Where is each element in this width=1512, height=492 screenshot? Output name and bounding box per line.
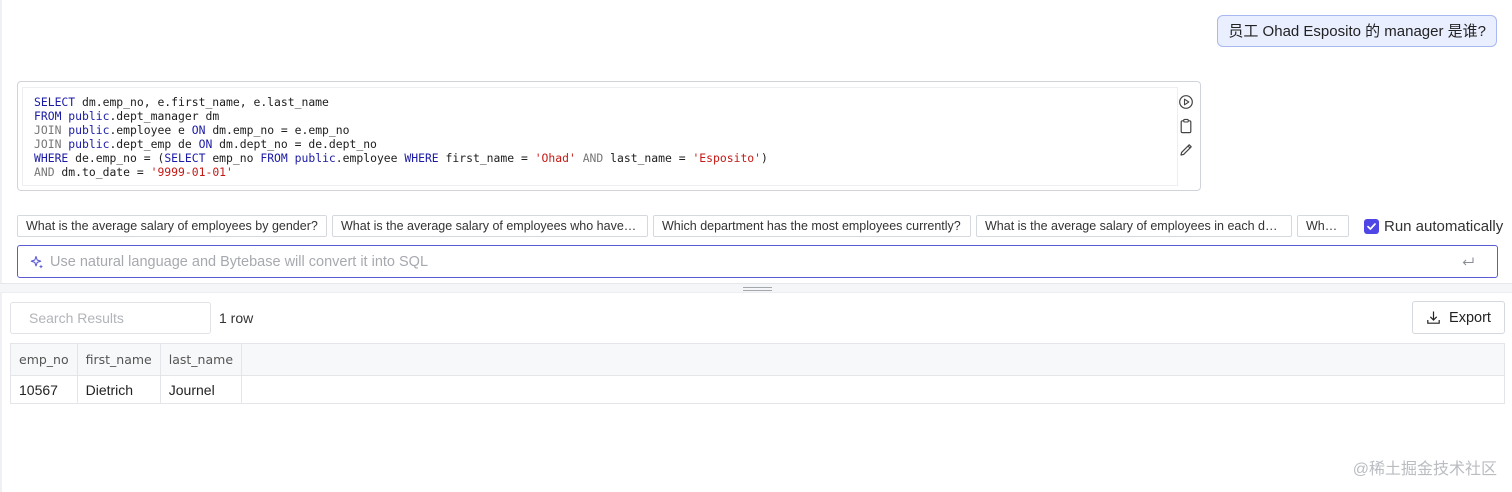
natural-language-input[interactable] xyxy=(50,247,1461,276)
table-header-row: emp_no first_name last_name xyxy=(11,344,1504,376)
column-header[interactable]: first_name xyxy=(77,344,161,376)
sql-line: AND dm.to_date = '9999-01-01' xyxy=(34,165,233,179)
suggestion-chip[interactable]: Which employee has the highest salary? xyxy=(1297,215,1349,237)
sql-token: ON xyxy=(198,136,213,151)
sql-token: '9999-01-01' xyxy=(150,164,233,179)
sql-token: FROM xyxy=(34,108,62,123)
run-automatically-toggle[interactable]: Run automatically xyxy=(1364,216,1503,236)
sql-token: SELECT xyxy=(34,95,76,109)
sql-code: SELECT dm.emp_no, e.first_name, e.last_n… xyxy=(34,95,768,179)
suggestion-chip[interactable]: What is the average salary of employees … xyxy=(17,215,327,237)
sql-token: SELECT xyxy=(164,150,206,165)
run-automatically-label: Run automatically xyxy=(1384,217,1504,235)
sql-token: ON xyxy=(191,122,206,137)
sql-token: dm.to_date = xyxy=(54,164,151,179)
export-label: Export xyxy=(1449,309,1491,326)
sql-token: .employee e xyxy=(109,122,192,137)
run-automatically-checkbox[interactable] xyxy=(1364,218,1379,234)
sql-token: 'Ohad' xyxy=(534,150,576,165)
sql-token: .dept_emp de xyxy=(109,136,199,151)
header-filler xyxy=(241,344,1504,376)
sql-token: JOIN xyxy=(34,136,62,151)
watermark: @稀土掘金技术社区 xyxy=(1352,461,1497,478)
suggestion-chip[interactable]: Which department has the most employees … xyxy=(653,215,971,237)
table-body: 10567 Dietrich Journel xyxy=(11,375,1504,404)
sparkle-icon xyxy=(30,255,43,269)
table-cell[interactable]: Journel xyxy=(160,375,243,404)
sql-token: public xyxy=(68,108,110,123)
sql-token: public xyxy=(68,122,110,137)
sql-toolbar xyxy=(1176,87,1196,186)
sql-token: de.emp_no = ( xyxy=(68,150,165,165)
sql-token: dm.dept_no = de.dept_no xyxy=(212,136,377,151)
suggestion-chip[interactable]: What is the average salary of employees … xyxy=(976,215,1292,237)
sql-token: .dept_manager dm xyxy=(109,108,220,123)
sql-line: WHERE de.emp_no = (SELECT emp_no FROM pu… xyxy=(34,151,768,165)
sql-result-card: SELECT dm.emp_no, e.first_name, e.last_n… xyxy=(17,81,1201,191)
column-header[interactable]: last_name xyxy=(160,344,243,376)
sql-line: JOIN public.employee e ON dm.emp_no = e.… xyxy=(34,123,349,137)
search-results-input[interactable] xyxy=(29,305,210,331)
sql-token: 'Esposito' xyxy=(692,150,762,165)
sql-token: first_name = xyxy=(438,150,535,165)
sql-token: AND xyxy=(582,150,604,165)
sql-line: FROM public.dept_manager dm xyxy=(34,109,219,123)
sql-line: JOIN public.dept_emp de ON dm.dept_no = … xyxy=(34,137,377,151)
sql-token: last_name = xyxy=(603,150,693,165)
sql-token: AND xyxy=(34,164,55,179)
sql-token: dm.emp_no, e.first_name, e.last_name xyxy=(75,95,329,109)
results-table: emp_no first_name last_name 10567 Dietrich J… xyxy=(10,343,1505,404)
row-count: 1 row xyxy=(219,310,254,326)
search-results-box[interactable] xyxy=(10,302,211,334)
sql-token: WHERE xyxy=(34,150,69,165)
sql-code-block: SELECT dm.emp_no, e.first_name, e.last_n… xyxy=(22,87,1178,186)
natural-language-input-box[interactable] xyxy=(17,245,1498,278)
sql-token: WHERE xyxy=(404,150,439,165)
sql-token: JOIN xyxy=(34,122,62,137)
sql-token: public xyxy=(68,136,110,151)
check-icon xyxy=(1367,222,1376,230)
column-header[interactable]: emp_no xyxy=(11,344,78,376)
enter-icon[interactable] xyxy=(1461,255,1475,269)
sql-line: SELECT dm.emp_no, e.first_name, e.last_n… xyxy=(34,95,329,109)
row-filler xyxy=(242,375,1504,404)
table-row: 10567 Dietrich Journel xyxy=(11,375,1504,404)
export-button[interactable]: Export xyxy=(1412,301,1505,334)
sql-token: ) xyxy=(761,150,768,165)
download-icon xyxy=(1427,311,1440,324)
run-icon[interactable] xyxy=(1178,94,1194,110)
copy-icon[interactable] xyxy=(1178,118,1194,134)
sql-token: FROM xyxy=(260,150,288,165)
sql-token: dm.emp_no = e.emp_no xyxy=(205,122,350,137)
panel-resize-divider[interactable] xyxy=(0,283,1512,293)
suggestion-chips: What is the average salary of employees … xyxy=(17,215,1358,237)
sql-token: public xyxy=(294,150,336,165)
table-cell[interactable]: Dietrich xyxy=(77,375,161,404)
table-cell[interactable]: 10567 xyxy=(11,375,78,404)
sql-token: emp_no xyxy=(205,150,261,165)
sql-token: .employee xyxy=(335,150,405,165)
suggestion-chip[interactable]: What is the average salary of employees … xyxy=(332,215,648,237)
user-message-bubble: 员工 Ohad Esposito 的 manager 是谁? xyxy=(1217,15,1497,47)
left-gutter xyxy=(0,0,2,492)
drag-handle-icon[interactable] xyxy=(743,287,772,291)
edit-icon[interactable] xyxy=(1178,142,1194,158)
